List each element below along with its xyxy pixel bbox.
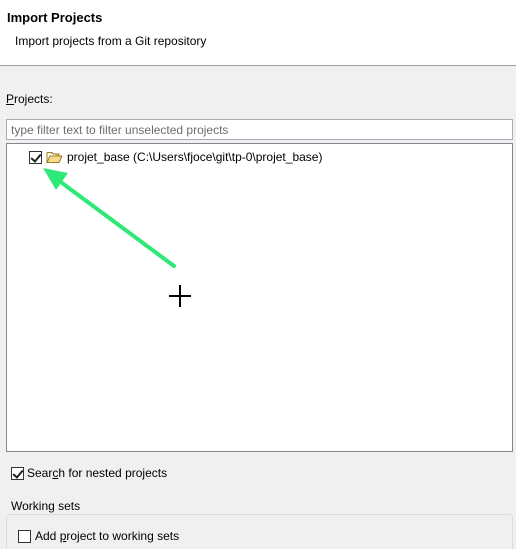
projects-label-mnemonic: P — [6, 92, 15, 106]
search-nested-checkbox[interactable] — [11, 466, 24, 480]
add-label-post: roject to working sets — [66, 529, 180, 543]
page-title: Import Projects — [7, 10, 103, 25]
tree-item-projet-base[interactable]: projet_base (C:\Users\fjoce\git\tp-0\pro… — [29, 148, 322, 166]
working-sets-title: Working sets — [9, 499, 83, 513]
add-to-working-sets-checkbox[interactable] — [18, 529, 31, 543]
tree-item-label: projet_base (C:\Users\fjoce\git\tp-0\pro… — [67, 150, 323, 164]
project-filter-input[interactable] — [6, 119, 513, 140]
add-label-pre: Add — [35, 529, 60, 543]
projects-label-text: rojects: — [14, 92, 53, 106]
page-description: Import projects from a Git repository — [15, 34, 207, 48]
import-projects-page: Import Projects Import projects from a G… — [0, 0, 516, 549]
projects-label: Projects: — [6, 92, 53, 106]
project-checkbox[interactable] — [29, 150, 42, 164]
add-to-working-sets-option[interactable]: Add project to working sets — [18, 528, 179, 544]
wizard-header: Import Projects Import projects from a G… — [0, 0, 516, 66]
search-nested-option[interactable]: Search for nested projects — [11, 465, 167, 481]
search-nested-label-pre: Sear — [27, 466, 53, 480]
search-nested-label-post: h for nested projects — [58, 466, 168, 480]
search-nested-label: Search for nested projects — [27, 466, 167, 480]
open-folder-icon — [46, 152, 63, 163]
add-to-working-sets-label: Add project to working sets — [35, 529, 179, 543]
projects-tree[interactable]: projet_base (C:\Users\fjoce\git\tp-0\pro… — [6, 143, 513, 452]
